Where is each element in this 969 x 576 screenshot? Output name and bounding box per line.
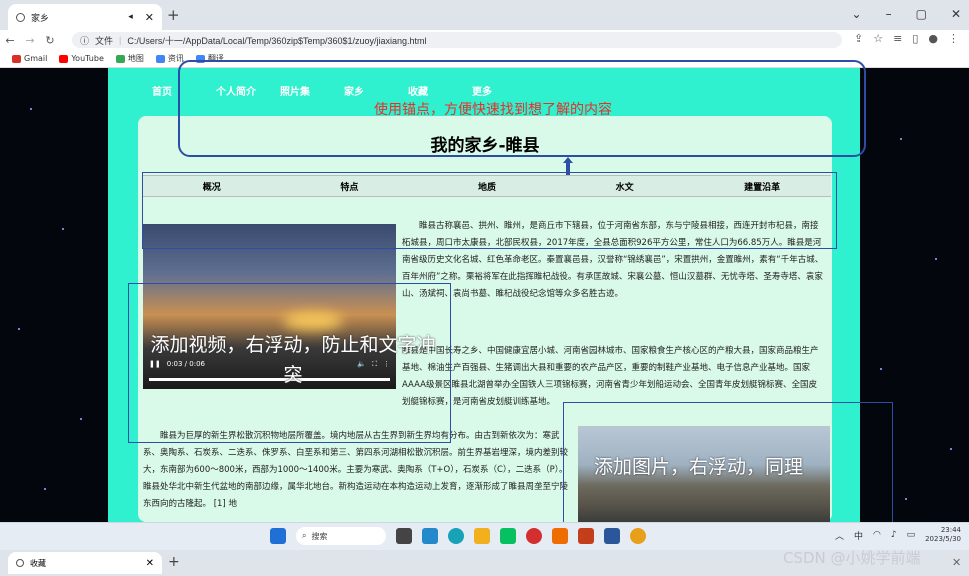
star	[44, 488, 46, 490]
browser-tab[interactable]: 家乡 ◂ ✕	[8, 4, 162, 30]
bookmark-star-icon[interactable]: ☆	[873, 32, 883, 45]
annotation-image-note: 添加图片，右浮动，同理	[594, 456, 804, 478]
task-view-icon[interactable]	[396, 528, 412, 544]
bookmark-news[interactable]: 资讯	[155, 53, 184, 64]
maps-icon	[115, 54, 125, 63]
info-icon[interactable]: ⓘ	[80, 34, 89, 47]
tab-search-icon[interactable]: ⌄	[852, 7, 862, 21]
address-prefix: 文件	[95, 35, 114, 46]
taskbar: ⌕ 搜索 ︿ 中 ◠ ♪ ▭ 23:44 2023/5/30	[0, 522, 969, 550]
forward-icon[interactable]: →	[20, 34, 40, 47]
star	[80, 418, 82, 420]
word-icon[interactable]	[604, 528, 620, 544]
annotation-box-subnav	[142, 172, 837, 249]
star	[62, 228, 64, 230]
volume-tray-icon[interactable]: ♪	[891, 530, 897, 540]
watermark: CSDN @小姚学前端	[783, 549, 921, 567]
toolbar-actions: ⇪ ☆ ≡ ▯ ● ⋮	[854, 32, 959, 45]
tab-close-icon[interactable]: ✕	[145, 11, 154, 24]
page-favicon-icon	[16, 12, 25, 22]
new-tab-button[interactable]: +	[167, 6, 180, 24]
back-icon[interactable]: ←	[0, 34, 20, 47]
chrome-icon[interactable]	[630, 528, 646, 544]
tab-title: 家乡	[31, 13, 50, 24]
share-icon[interactable]: ⇪	[854, 32, 863, 45]
window-controls: ⌄ – ▢ ✕	[852, 7, 961, 21]
edge-icon[interactable]	[448, 528, 464, 544]
side-panel-icon[interactable]: ▯	[912, 32, 918, 45]
tab-strip: 家乡 ◂ ✕ + ⌄ – ▢ ✕	[0, 0, 969, 30]
address-bar[interactable]: ⓘ 文件 | C:/Users/十一/AppData/Local/Temp/36…	[72, 32, 842, 48]
profile-avatar-icon[interactable]: ●	[928, 32, 938, 45]
tab-close-icon[interactable]: ✕	[146, 558, 154, 569]
star	[30, 108, 32, 110]
page-favicon-icon	[16, 559, 24, 567]
bookmark-gmail[interactable]: Gmail	[12, 54, 47, 63]
maximize-icon[interactable]: ▢	[916, 7, 927, 21]
menu-icon[interactable]: ⋮	[948, 32, 959, 45]
taskbar-search[interactable]: ⌕ 搜索	[296, 527, 386, 545]
wechat-icon[interactable]	[500, 528, 516, 544]
speaker-icon[interactable]: ◂	[128, 12, 133, 22]
taskbar-apps: ⌕ 搜索	[270, 527, 646, 545]
star	[935, 258, 937, 260]
windows-start-icon[interactable]	[270, 528, 286, 544]
search-icon: ⌕	[302, 531, 307, 540]
tab-title: 收藏	[30, 558, 46, 568]
annotation-video-note: 添加视频，右浮动，防止和文字冲突	[150, 334, 436, 386]
wifi-icon[interactable]: ◠	[873, 530, 881, 540]
annotation-anchor-note: 使用锚点，方便快速找到想了解的内容	[374, 102, 612, 118]
star	[950, 448, 952, 450]
battery-icon[interactable]: ▭	[907, 530, 916, 540]
app-orange-icon[interactable]	[552, 528, 568, 544]
reading-list-icon[interactable]: ≡	[893, 32, 902, 45]
minimize-icon[interactable]: –	[886, 7, 892, 21]
vscode-icon[interactable]	[422, 528, 438, 544]
bookmark-maps[interactable]: 地图	[115, 53, 144, 64]
star	[900, 138, 902, 140]
reload-icon[interactable]: ↻	[40, 34, 60, 47]
ime-indicator[interactable]: 中	[854, 529, 863, 542]
news-icon	[155, 54, 165, 63]
browser-tab-favorites[interactable]: 收藏 ✕	[8, 552, 162, 574]
gmail-icon	[12, 54, 21, 63]
close-window-icon[interactable]: ✕	[952, 556, 961, 569]
app-red-icon[interactable]	[526, 528, 542, 544]
star	[880, 368, 882, 370]
close-window-icon[interactable]: ✕	[951, 7, 961, 21]
bookmark-youtube[interactable]: YouTube	[59, 54, 104, 63]
browser-toolbar: ← → ↻ ⓘ 文件 | C:/Users/十一/AppData/Local/T…	[0, 30, 969, 50]
youtube-icon	[59, 54, 69, 63]
file-explorer-icon[interactable]	[474, 528, 490, 544]
star	[905, 498, 907, 500]
new-tab-button[interactable]: +	[168, 554, 180, 570]
system-tray: ︿ 中 ◠ ♪ ▭ 23:44 2023/5/30	[835, 526, 961, 544]
address-url: C:/Users/十一/AppData/Local/Temp/360zip$Te…	[127, 35, 427, 46]
clock[interactable]: 23:44 2023/5/30	[925, 526, 961, 544]
tray-expand-icon[interactable]: ︿	[835, 529, 844, 542]
star	[18, 328, 20, 330]
powerpoint-icon[interactable]	[578, 528, 594, 544]
